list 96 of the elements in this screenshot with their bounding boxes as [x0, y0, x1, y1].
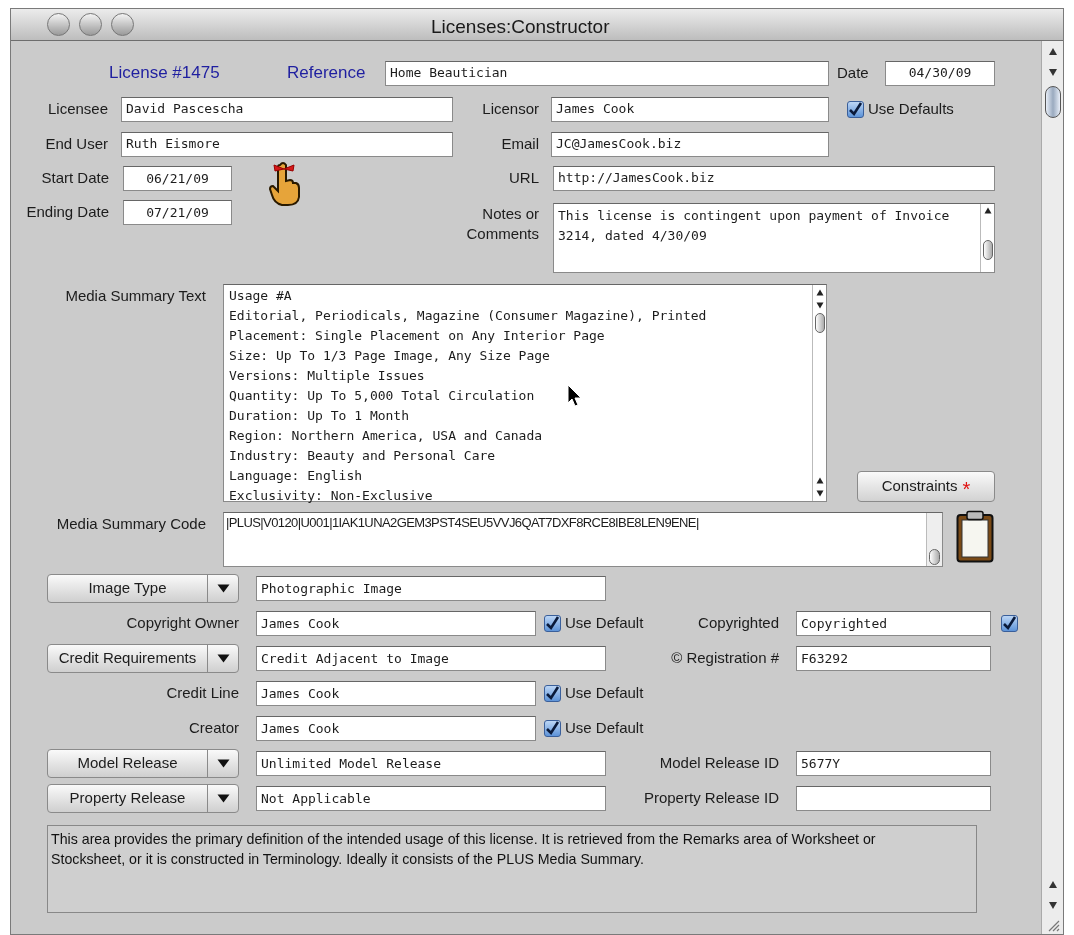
checkbox-label: Use Default	[565, 683, 644, 704]
checkbox-label: Use Defaults	[868, 98, 954, 119]
scrollbar[interactable]	[1041, 41, 1063, 934]
date-field[interactable]: 04/30/09	[885, 60, 995, 86]
scroll-down-icon[interactable]	[1047, 901, 1058, 910]
help-text: This area provides the primary definition of the intended usage of this license. It is retrieved from the Remarks area of Worksheet or Stocksheet, or it is constructed in Terminology. Ideally it consists of the PLUS Media Summary.	[51, 830, 877, 869]
media-summary-code: |PLUS|V0120|U001|1IAK1UNA2GEM3PST4SEU5VVJ6QAT7DXF8RCE8IBE8LEN9ENE|	[225, 514, 700, 532]
field-label: Property Release ID	[642, 788, 779, 809]
text-field[interactable]: Photographic Image	[256, 576, 606, 601]
dropdown-button[interactable]: Credit Requirements	[47, 644, 239, 673]
scroll-up-icon[interactable]	[1047, 47, 1058, 56]
scroll-down-icon[interactable]	[815, 490, 824, 497]
caret-icon	[216, 654, 230, 663]
notes-label: Notes or Comments	[465, 204, 539, 244]
minimize-button[interactable]	[79, 13, 102, 36]
licensee-field[interactable]: David Pascescha	[121, 96, 453, 122]
media-summary-text-label: Media Summary Text	[64, 286, 206, 306]
notes-field[interactable]: This license is contingent upon payment of Invoice 3214, dated 4/30/09	[553, 203, 995, 273]
text-field[interactable]: James Cook	[256, 716, 536, 741]
zoom-button[interactable]	[111, 13, 134, 36]
text-field[interactable]: James Cook	[256, 611, 536, 636]
pointing-hand-icon	[266, 159, 302, 207]
scrollbar-thumb[interactable]	[814, 313, 825, 333]
start-date-field[interactable]: 06/21/09	[123, 166, 232, 191]
scroll-up-icon[interactable]	[815, 477, 824, 484]
caret-icon	[216, 584, 230, 593]
checkbox[interactable]	[847, 100, 864, 118]
url-label: URL	[508, 167, 539, 188]
checkbox[interactable]	[1001, 615, 1018, 632]
scroll-up-icon[interactable]	[983, 207, 992, 214]
constraints-button[interactable]: Constraints *	[857, 471, 995, 502]
scroll-down-icon[interactable]	[815, 302, 824, 309]
scrollbar-thumb[interactable]	[1044, 86, 1061, 118]
media-summary-text-area[interactable]	[223, 284, 827, 502]
text-line: Industry: Beauty and Personal Care	[229, 447, 496, 465]
end-user-field[interactable]: Ruth Eismore	[121, 131, 453, 157]
text-field[interactable]: James Cook	[256, 681, 536, 706]
field-label: Creator	[187, 718, 239, 739]
caret-icon	[216, 794, 230, 803]
text-field[interactable]: Credit Adjacent to Image	[256, 646, 606, 671]
text-field[interactable]: Unlimited Model Release	[256, 751, 606, 776]
text-line: Placement: Single Placement on Any Interior Page	[229, 327, 605, 345]
ending-date-label: Ending Date	[25, 202, 109, 223]
url-field[interactable]: http://JamesCook.biz	[553, 165, 995, 191]
text-line: Language: English	[229, 467, 363, 485]
text-field[interactable]	[796, 786, 991, 811]
start-date-label: Start Date	[40, 168, 109, 189]
dropdown-button[interactable]: Model Release	[47, 749, 239, 778]
license-number: License #1475	[109, 62, 221, 85]
dropdown-button[interactable]: Property Release	[47, 784, 239, 813]
scroll-up-icon[interactable]	[1047, 880, 1058, 889]
scrollbar-thumb[interactable]	[982, 240, 993, 260]
text-line: Versions: Multiple Issues	[229, 367, 425, 385]
media-summary-code-label: Media Summary Code	[55, 514, 206, 534]
clipboard-icon[interactable]	[956, 510, 994, 563]
reference-label: Reference	[287, 62, 367, 85]
checkbox[interactable]	[544, 685, 561, 702]
text-line: Quantity: Up To 5,000 Total Circulation	[229, 387, 535, 405]
reference-field[interactable]: Home Beautician	[385, 60, 829, 86]
field-label: Copyright Owner	[125, 613, 239, 634]
text-line: Duration: Up To 1 Month	[229, 407, 409, 425]
media-summary-code-field[interactable]: |PLUS|V0120|U001|1IAK1UNA2GEM3PST4SEU5VVJ6QAT7DXF8RCE8IBE8LEN9ENE|	[223, 512, 943, 567]
text-line: Usage #A	[229, 287, 292, 305]
window-title: Licenses:Constructor	[431, 15, 610, 39]
email-field[interactable]: JC@JamesCook.biz	[551, 131, 829, 157]
checkbox-label: Use Default	[565, 613, 644, 634]
field-label: © Registration #	[670, 648, 779, 669]
notes-text: This license is contingent upon payment of Invoice 3214, dated 4/30/09	[557, 207, 951, 245]
text-line: Region: Northern America, USA and Canada	[229, 427, 543, 445]
text-line: Size: Up To 1/3 Page Image, Any Size Page	[229, 347, 550, 365]
scroll-down-icon[interactable]	[1047, 68, 1058, 77]
field-label: Model Release ID	[658, 753, 779, 774]
checkbox[interactable]	[544, 720, 561, 737]
text-line: Exclusivity: Non-Exclusive	[229, 487, 433, 505]
scroll-up-icon[interactable]	[815, 289, 824, 296]
dropdown-button[interactable]: Image Type	[47, 574, 239, 603]
licensee-label: Licensee	[46, 98, 108, 119]
text-line: Editorial, Periodicals, Magazine (Consumer Magazine), Printed	[229, 307, 707, 325]
scrollbar-thumb[interactable]	[929, 549, 940, 565]
cursor-icon	[567, 384, 583, 408]
text-field[interactable]: F63292	[796, 646, 991, 671]
checkbox-label: Use Default	[565, 718, 644, 739]
email-label: Email	[500, 133, 539, 154]
checkbox[interactable]	[544, 615, 561, 632]
text-field[interactable]: 5677Y	[796, 751, 991, 776]
field-label: Credit Line	[165, 683, 239, 704]
ending-date-field[interactable]: 07/21/09	[123, 200, 232, 225]
end-user-label: End User	[44, 133, 108, 154]
text-field[interactable]: Not Applicable	[256, 786, 606, 811]
field-label: Copyrighted	[697, 613, 779, 634]
licensor-label: Licensor	[481, 98, 539, 119]
text-field[interactable]: Copyrighted	[796, 611, 991, 636]
date-label: Date	[837, 62, 870, 83]
close-button[interactable]	[47, 13, 70, 36]
licensor-field[interactable]: James Cook	[551, 96, 829, 122]
caret-icon	[216, 759, 230, 768]
